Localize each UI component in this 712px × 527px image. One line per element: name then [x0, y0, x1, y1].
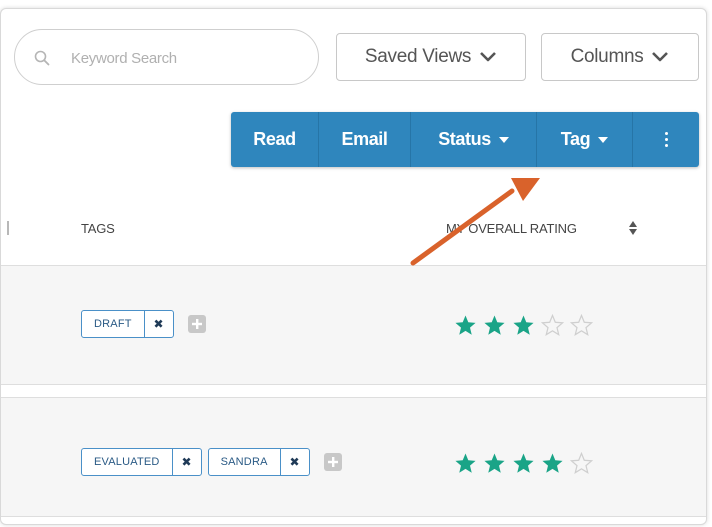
close-icon[interactable]: ✖ — [171, 449, 201, 475]
status-label: Status — [438, 129, 491, 149]
tag-label: Tag — [560, 129, 591, 149]
star-filled-icon[interactable] — [512, 452, 535, 475]
more-actions-button[interactable] — [633, 112, 699, 167]
rating-column-header[interactable]: MY OVERALL RATING — [446, 221, 577, 236]
tags-column-header: TAGS — [81, 221, 115, 236]
saved-views-dropdown[interactable]: Saved Views — [336, 33, 526, 81]
sort-icon[interactable] — [628, 220, 638, 236]
column-resize-handle[interactable] — [7, 221, 9, 235]
star-empty-icon[interactable] — [570, 314, 593, 337]
tag-chip: SANDRA ✖ — [207, 448, 310, 476]
tag-list: EVALUATED ✖ SANDRA ✖ — [81, 448, 342, 476]
plus-square-icon[interactable] — [323, 453, 342, 471]
status-dropdown-button[interactable]: Status — [411, 112, 537, 167]
star-filled-icon[interactable] — [541, 452, 564, 475]
search-input[interactable] — [69, 43, 313, 73]
plus-square-icon[interactable] — [187, 315, 206, 333]
tag-list: DRAFT ✖ — [81, 310, 206, 338]
star-filled-icon[interactable] — [483, 314, 506, 337]
search-box[interactable] — [14, 29, 319, 85]
table-row[interactable]: DRAFT ✖ — [1, 265, 706, 385]
more-vertical-icon — [664, 132, 668, 147]
rating-stars[interactable] — [454, 314, 593, 337]
tag-chip: DRAFT ✖ — [81, 310, 174, 338]
caret-down-icon — [598, 136, 609, 143]
close-icon[interactable]: ✖ — [279, 449, 309, 475]
columns-dropdown[interactable]: Columns — [541, 33, 699, 81]
caret-down-icon — [498, 136, 509, 143]
columns-label: Columns — [570, 46, 644, 67]
tag-label: DRAFT — [94, 318, 132, 330]
tag-dropdown-button[interactable]: Tag — [537, 112, 633, 167]
email-button[interactable]: Email — [319, 112, 411, 167]
table-row[interactable]: EVALUATED ✖ SANDRA ✖ — [1, 397, 706, 517]
star-filled-icon[interactable] — [483, 452, 506, 475]
chevron-down-icon — [480, 52, 497, 62]
read-button[interactable]: Read — [231, 112, 319, 167]
tag-label: SANDRA — [220, 456, 268, 468]
candidate-list-panel: Saved Views Columns Read Email Status Ta… — [0, 8, 707, 525]
bulk-action-toolbar: Read Email Status Tag — [231, 112, 699, 167]
search-icon — [34, 50, 50, 66]
tag-label: EVALUATED — [94, 456, 160, 468]
chevron-down-icon — [652, 52, 669, 62]
star-empty-icon[interactable] — [541, 314, 564, 337]
read-label: Read — [253, 129, 296, 149]
star-filled-icon[interactable] — [454, 452, 477, 475]
email-label: Email — [341, 129, 388, 149]
saved-views-label: Saved Views — [364, 46, 472, 67]
star-filled-icon[interactable] — [454, 314, 477, 337]
rating-stars[interactable] — [454, 452, 593, 475]
star-filled-icon[interactable] — [512, 314, 535, 337]
close-icon[interactable]: ✖ — [143, 311, 173, 337]
tag-chip: EVALUATED ✖ — [81, 448, 202, 476]
star-empty-icon[interactable] — [570, 452, 593, 475]
